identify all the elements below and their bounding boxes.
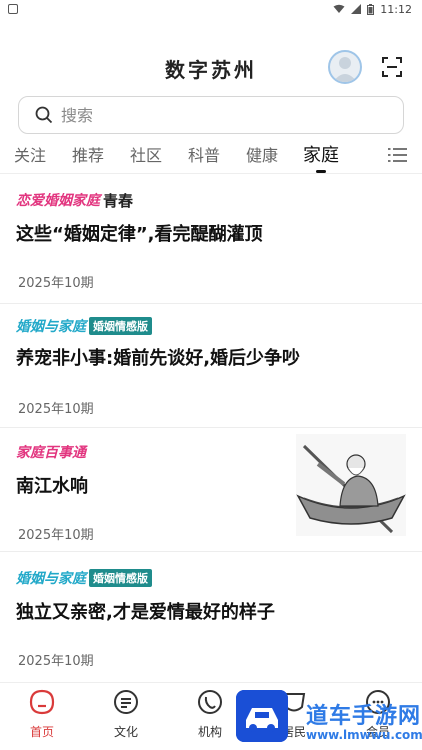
nav-institution[interactable]: 机构: [180, 689, 240, 740]
logo-brand: 恋爱婚姻家庭: [16, 193, 100, 209]
watermark: 道车手游网 www.lmwwu.com: [236, 690, 422, 750]
logo-brand: 婚姻与家庭: [16, 571, 86, 587]
article-title[interactable]: 独立又亲密,才是爱情最好的样子: [16, 598, 275, 624]
watermark-text: 道车手游网: [306, 704, 422, 729]
article-title[interactable]: 养宠非小事:婚前先谈好,婚后少争吵: [16, 344, 300, 370]
logo-sub: 青春: [103, 191, 134, 210]
article-title[interactable]: 这些“婚姻定律”,看完醍醐灌顶: [16, 220, 263, 246]
user-silhouette-icon: [333, 57, 357, 82]
home-icon: [29, 689, 55, 715]
article-issue: 2025年10期: [18, 528, 94, 543]
logo-brand: 婚姻与家庭: [16, 319, 86, 335]
menu-list-icon[interactable]: [388, 146, 408, 164]
active-tab-indicator: [316, 170, 326, 173]
article-card[interactable]: 恋爱婚姻家庭 青春 这些“婚姻定律”,看完醍醐灌顶 2025年10期: [0, 176, 422, 304]
search-input[interactable]: [61, 105, 361, 125]
magazine-logo: 恋爱婚姻家庭 青春: [16, 190, 133, 210]
app-header: 数字苏州: [0, 40, 422, 96]
tab-science[interactable]: 科普: [188, 142, 220, 166]
nav-culture-label: 文化: [113, 725, 138, 739]
magazine-logo: 家庭百事通: [16, 442, 86, 462]
logo-badge: 婚姻情感版: [89, 317, 152, 335]
article-title[interactable]: 南江水响: [16, 472, 88, 498]
nav-home[interactable]: 首页: [12, 689, 72, 740]
nav-culture[interactable]: 文化: [96, 689, 156, 740]
tab-family[interactable]: 家庭: [303, 141, 339, 167]
clock: 11:12: [380, 2, 412, 16]
search-bar[interactable]: [18, 96, 404, 134]
magazine-logo: 婚姻与家庭 婚姻情感版: [16, 568, 152, 588]
avatar[interactable]: [328, 50, 362, 84]
article-card[interactable]: 婚姻与家庭 婚姻情感版 独立又亲密,才是爱情最好的样子 2025年10期: [0, 552, 422, 682]
article-thumbnail[interactable]: [296, 434, 406, 536]
tab-recommend[interactable]: 推荐: [72, 142, 104, 166]
notification-icon: [8, 4, 18, 14]
nav-institution-label: 机构: [197, 725, 222, 739]
search-icon: [35, 106, 53, 124]
article-issue: 2025年10期: [18, 402, 94, 417]
signal-icon: [351, 4, 362, 14]
status-bar: 11:12: [0, 0, 422, 18]
article-issue: 2025年10期: [18, 276, 94, 291]
article-issue: 2025年10期: [18, 654, 94, 669]
nav-home-label: 首页: [29, 725, 54, 739]
magazine-logo: 婚姻与家庭 婚姻情感版: [16, 316, 152, 336]
document-icon: [114, 690, 138, 714]
battery-icon: [367, 3, 375, 15]
article-card[interactable]: 婚姻与家庭 婚姻情感版 养宠非小事:婚前先谈好,婚后少争吵 2025年10期: [0, 304, 422, 428]
watermark-car-logo: [236, 690, 288, 742]
phone-icon: [198, 690, 222, 714]
tab-health[interactable]: 健康: [246, 142, 278, 166]
tab-follow[interactable]: 关注: [14, 142, 46, 166]
wifi-icon: [333, 4, 345, 13]
tab-community[interactable]: 社区: [130, 142, 162, 166]
scan-icon[interactable]: [381, 56, 403, 78]
logo-badge: 婚姻情感版: [89, 569, 152, 587]
category-tabs: 关注 推荐 社区 科普 健康 家庭: [0, 138, 422, 174]
watermark-url: www.lmwwu.com: [306, 728, 422, 742]
logo-brand: 家庭百事通: [16, 445, 86, 461]
